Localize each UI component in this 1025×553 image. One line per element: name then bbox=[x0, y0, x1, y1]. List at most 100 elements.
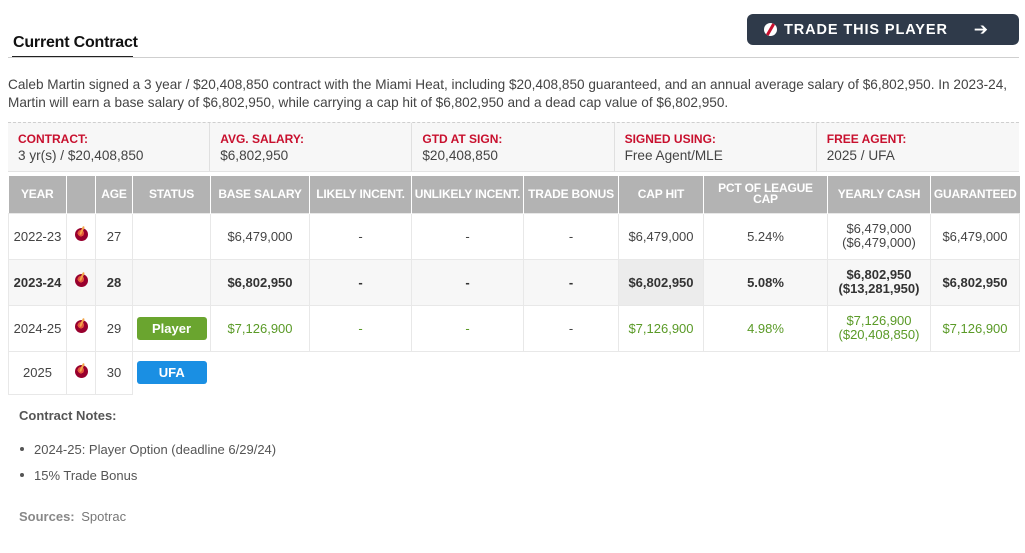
unlikely-incent-cell: - bbox=[411, 304, 524, 352]
contract-summary: Caleb Martin signed a 3 year / $20,408,8… bbox=[8, 77, 1008, 110]
column-header-unlikely-incent[interactable]: UNLIKELY INCENT. bbox=[411, 176, 524, 213]
column-header-guaranteed[interactable]: GUARANTEED bbox=[930, 176, 1020, 213]
sources: Sources: Spotrac bbox=[19, 509, 126, 524]
cumulative-cash-value: ($13,281,950) bbox=[838, 281, 920, 296]
term-contract: CONTRACT: 3 yr(s) / $20,408,850 bbox=[8, 123, 211, 171]
empty-cell bbox=[211, 351, 1020, 394]
base-salary-cell: $7,126,900 bbox=[210, 304, 310, 352]
cumulative-cash-value: ($20,408,850) bbox=[838, 327, 920, 342]
basketball-icon bbox=[764, 23, 777, 36]
contract-notes-title: Contract Notes: bbox=[19, 408, 117, 423]
term-value: 3 yr(s) / $20,408,850 bbox=[18, 148, 144, 163]
year-cell: 2023-24 bbox=[8, 258, 67, 306]
ufa-badge: UFA bbox=[136, 361, 207, 385]
term-value: $20,408,850 bbox=[422, 148, 498, 163]
term-signed-using: SIGNED USING: Free Agent/MLE bbox=[615, 123, 817, 171]
guaranteed-cell: $6,479,000 bbox=[930, 212, 1020, 260]
contract-table: YEAR AGE STATUS BASE SALARY LIKELY INCEN… bbox=[8, 176, 1020, 395]
status-cell: Player bbox=[132, 304, 211, 352]
team-cell bbox=[66, 258, 96, 306]
trade-button-label: TRADE THIS PLAYER bbox=[784, 21, 948, 38]
trade-this-player-button[interactable]: TRADE THIS PLAYER ➔ bbox=[747, 14, 1019, 45]
yearly-cash-cell: $6,479,000 ($6,479,000) bbox=[827, 212, 931, 260]
column-header-age[interactable]: AGE bbox=[95, 176, 133, 213]
term-label: GTD AT SIGN: bbox=[422, 132, 503, 146]
contract-header: Current Contract TRADE THIS PLAYER ➔ bbox=[8, 14, 1019, 58]
yearly-cash-value: $7,126,900 bbox=[846, 313, 912, 328]
yearly-cash-value: $6,479,000 bbox=[846, 221, 912, 236]
year-cell: 2022-23 bbox=[8, 212, 67, 260]
term-label: CONTRACT: bbox=[18, 132, 88, 146]
column-header-year[interactable]: YEAR bbox=[8, 176, 67, 213]
cap-hit-cell: $6,802,950 bbox=[618, 258, 704, 306]
age-cell: 28 bbox=[95, 258, 133, 306]
term-avg-salary: AVG. SALARY: $6,802,950 bbox=[210, 123, 413, 171]
player-option-badge: Player bbox=[136, 316, 207, 340]
section-title: Current Contract bbox=[13, 34, 138, 51]
trade-bonus-cell: - bbox=[523, 212, 619, 260]
column-header-trade-bonus[interactable]: TRADE BONUS bbox=[523, 176, 619, 213]
table-row-free-agent: 2025 30 UFA bbox=[8, 350, 1020, 395]
yearly-cash-value: $6,802,950 bbox=[846, 267, 912, 282]
table-row-option: 2024-25 29 Player $7,126,900 - - - $7,12… bbox=[8, 304, 1020, 352]
contract-notes-list: 2024-25: Player Option (deadline 6/29/24… bbox=[20, 436, 276, 488]
guaranteed-cell: $6,802,950 bbox=[930, 258, 1020, 306]
likely-incent-cell: - bbox=[309, 212, 412, 260]
age-cell: 30 bbox=[95, 350, 133, 395]
base-salary-cell: $6,479,000 bbox=[210, 212, 310, 260]
team-cell bbox=[66, 212, 96, 260]
table-header-row: YEAR AGE STATUS BASE SALARY LIKELY INCEN… bbox=[8, 176, 1020, 213]
table-row-current: 2023-24 28 $6,802,950 - - - $6,802,950 5… bbox=[8, 258, 1020, 306]
pct-league-cap-cell: 4.98% bbox=[703, 304, 828, 352]
term-label: FREE AGENT: bbox=[826, 132, 907, 146]
status-cell bbox=[132, 212, 211, 260]
status-cell bbox=[132, 258, 211, 306]
miami-heat-logo-icon bbox=[74, 320, 88, 333]
header-divider bbox=[8, 57, 1019, 58]
age-cell: 27 bbox=[95, 212, 133, 260]
miami-heat-logo-icon bbox=[74, 228, 88, 241]
yearly-cash-cell: $6,802,950 ($13,281,950) bbox=[827, 258, 931, 306]
pct-league-cap-cell: 5.08% bbox=[703, 258, 828, 306]
guaranteed-cell: $7,126,900 bbox=[930, 304, 1020, 352]
table-row: 2022-23 27 $6,479,000 - - - $6,479,000 5… bbox=[8, 212, 1020, 260]
unlikely-incent-cell: - bbox=[411, 212, 524, 260]
trade-bonus-cell: - bbox=[523, 258, 619, 306]
arrow-right-icon: ➔ bbox=[973, 20, 988, 39]
term-free-agent: FREE AGENT: 2025 / UFA bbox=[817, 123, 1019, 171]
column-header-likely-incent[interactable]: LIKELY INCENT. bbox=[309, 176, 412, 213]
column-header-status[interactable]: STATUS bbox=[132, 176, 211, 213]
column-header-team bbox=[66, 176, 96, 213]
miami-heat-logo-icon bbox=[74, 364, 88, 378]
term-value: Free Agent/MLE bbox=[624, 148, 723, 163]
base-salary-cell: $6,802,950 bbox=[210, 258, 310, 306]
term-label: AVG. SALARY: bbox=[220, 132, 304, 146]
year-cell: 2024-25 bbox=[8, 304, 67, 352]
cap-hit-cell: $7,126,900 bbox=[618, 304, 704, 352]
column-header-pct-league-cap[interactable]: PCT OF LEAGUE CAP bbox=[703, 176, 828, 213]
age-cell: 29 bbox=[95, 304, 133, 352]
status-cell: UFA bbox=[133, 351, 211, 394]
term-gtd-at-sign: GTD AT SIGN: $20,408,850 bbox=[412, 123, 615, 171]
year-cell: 2025 bbox=[8, 350, 67, 395]
likely-incent-cell: - bbox=[309, 258, 412, 306]
term-value: $6,802,950 bbox=[220, 148, 289, 163]
list-item: 15% Trade Bonus bbox=[20, 462, 276, 488]
cumulative-cash-value: ($6,479,000) bbox=[842, 235, 916, 250]
cap-hit-cell: $6,479,000 bbox=[618, 212, 704, 260]
term-value: 2025 / UFA bbox=[826, 148, 895, 163]
column-header-yearly-cash[interactable]: YEARLY CASH bbox=[827, 176, 931, 213]
team-cell bbox=[66, 350, 96, 395]
term-label: SIGNED USING: bbox=[624, 132, 716, 146]
sources-link[interactable]: Spotrac bbox=[81, 509, 126, 524]
trade-bonus-cell: - bbox=[523, 304, 619, 352]
contract-terms-bar: CONTRACT: 3 yr(s) / $20,408,850 AVG. SAL… bbox=[8, 122, 1019, 172]
likely-incent-cell: - bbox=[309, 304, 412, 352]
miami-heat-logo-icon bbox=[74, 274, 88, 287]
team-cell bbox=[66, 304, 96, 352]
column-header-cap-hit[interactable]: CAP HIT bbox=[618, 176, 704, 213]
column-header-base-salary[interactable]: BASE SALARY bbox=[210, 176, 310, 213]
unlikely-incent-cell: - bbox=[411, 258, 524, 306]
yearly-cash-cell: $7,126,900 ($20,408,850) bbox=[827, 304, 931, 352]
pct-league-cap-cell: 5.24% bbox=[703, 212, 828, 260]
